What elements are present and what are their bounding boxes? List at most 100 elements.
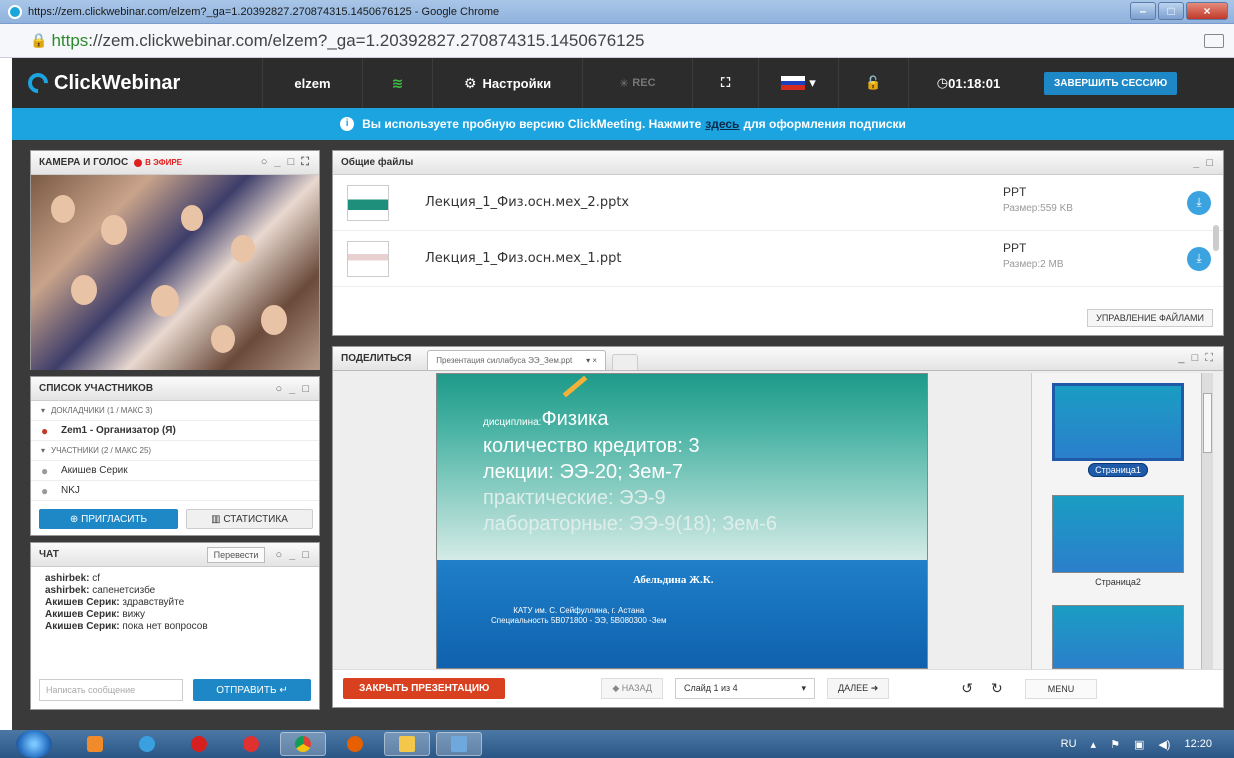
panel-window-controls[interactable]: ○ _ □ (275, 549, 311, 561)
maximize-button[interactable]: □ (1158, 2, 1184, 20)
lock-icon: 🔒 (30, 32, 48, 48)
volume-icon[interactable]: ◀) (1158, 738, 1170, 751)
chat-panel: ЧАТ Перевести ○ _ □ ashirbek: cf ashirbe… (30, 542, 320, 710)
refresh-icon[interactable]: ↻ (991, 680, 1003, 697)
extension-icon[interactable] (1204, 34, 1224, 48)
presentation-stage: дисциплина:Физика количество кредитов: 3… (333, 371, 1223, 671)
panel-window-controls[interactable]: ○ _ □ ⛶ (261, 156, 311, 169)
share-tabs: ПОДЕЛИТЬСЯ Презентация силлабуса ЭЭ_Зем.… (333, 347, 1223, 371)
chat-message: ashirbek: cf (45, 573, 101, 584)
taskbar-media-icon[interactable] (72, 732, 118, 756)
browser-title-bar: https://zem.clickwebinar.com/elzem?_ga=1… (0, 0, 1234, 24)
file-size: Размер:2 MB (1003, 259, 1064, 270)
page-thumbnail[interactable] (1052, 383, 1184, 461)
taskbar-opera-icon[interactable] (176, 732, 222, 756)
network-icon[interactable]: ▣ (1134, 738, 1144, 751)
lock-room-button[interactable]: 🔓 (838, 58, 908, 108)
slide-select[interactable]: Слайд 1 из 4 ▾ (674, 678, 815, 699)
tab-presentation[interactable]: Презентация силлабуса ЭЭ_Зем.ppt ▾ × (427, 350, 607, 370)
taskbar-firefox-icon[interactable] (332, 732, 378, 756)
windows-taskbar: RU ▴ ⚑ ▣ ◀) 12:20 (0, 730, 1234, 758)
end-session-button[interactable]: ЗАВЕРШИТЬ СЕССИЮ (1044, 71, 1178, 95)
menu-button[interactable]: MENU (1024, 678, 1098, 699)
slide-line: количество кредитов: 3 (483, 435, 700, 457)
address-bar[interactable]: 🔒 https://zem.clickwebinar.com/elzem?_ga… (0, 24, 1234, 58)
show-hidden-icon[interactable]: ▴ (1091, 738, 1097, 751)
enter-icon: ↵ (279, 684, 288, 696)
start-button[interactable] (16, 730, 52, 758)
send-button[interactable]: ОТПРАВИТЬ ↵ (193, 679, 311, 701)
download-icon[interactable]: ⤓ (1187, 191, 1211, 215)
camera-video-feed (31, 175, 319, 370)
chat-messages: ashirbek: cf ashirbek: сапенетсизбе Акиш… (31, 567, 319, 639)
participants-panel: СПИСОК УЧАСТНИКОВ ○ _ □ ▾ ДОКЛАДЧИКИ (1 /… (30, 376, 320, 536)
thumbnails-scrollbar[interactable] (1201, 373, 1213, 669)
panel-window-controls[interactable]: _ □ ⛶ (1178, 352, 1215, 365)
minimize-button[interactable]: – (1130, 2, 1156, 20)
flag-icon[interactable]: ⚑ (1110, 738, 1120, 751)
chat-message: Акишев Серик: пока нет вопросов (45, 621, 208, 632)
file-type: PPT (1003, 185, 1027, 199)
files-scrollbar[interactable] (1213, 225, 1219, 251)
participant-row[interactable]: ● Zem1 - Организатор (Я) (31, 421, 319, 441)
statistics-button[interactable]: ▥ СТАТИСТИКА (185, 509, 313, 529)
panel-window-controls[interactable]: ○ _ □ (275, 383, 311, 395)
manage-files-button[interactable]: УПРАВЛЕНИЕ ФАЙЛАМИ (1087, 309, 1213, 327)
subscribe-link[interactable]: здесь (705, 117, 739, 131)
on-air-status: В ЭФИРЕ (134, 158, 182, 167)
taskbar-ie-icon[interactable] (124, 732, 170, 756)
window-title: https://zem.clickwebinar.com/elzem?_ga=1… (28, 5, 500, 18)
app-header: ClickWebinar elzem ≋ ⚙ Настройки ✳ REC ⛶… (12, 58, 1234, 108)
bar-chart-icon: ▥ (211, 513, 224, 525)
panel-window-controls[interactable]: _ □ (1193, 157, 1215, 169)
group-presenters[interactable]: ▾ ДОКЛАДЧИКИ (1 / МАКС 3) (31, 401, 319, 421)
taskbar-opera2-icon[interactable] (228, 732, 274, 756)
language-indicator[interactable]: RU (1061, 738, 1077, 750)
participant-row[interactable]: ● Акишев Серик (31, 461, 319, 481)
taskbar-explorer-icon[interactable] (384, 732, 430, 756)
clock-icon: ◷ (936, 75, 949, 90)
info-icon: i (340, 117, 355, 131)
file-row[interactable]: Лекция_1_Физ.осн.мех_1.ppt PPT Размер:2 … (333, 231, 1223, 287)
chrome-favicon-icon (8, 4, 22, 19)
prev-slide-button[interactable]: ◆ НАЗАД (601, 678, 663, 699)
trial-notice-bar: i Вы используете пробную версию ClickMee… (12, 108, 1234, 140)
clickwebinar-logo: ClickWebinar (12, 68, 262, 98)
chat-message-input[interactable]: Написать сообщение (39, 679, 183, 701)
chevron-down-icon: ▾ (809, 75, 816, 90)
clock[interactable]: 12:20 (1184, 738, 1212, 750)
download-icon[interactable]: ⤓ (1187, 247, 1211, 271)
file-name: Лекция_1_Физ.осн.мех_2.pptx (425, 195, 630, 210)
close-tab-icon[interactable]: ▾ × (586, 356, 597, 365)
presentation-slide: дисциплина:Физика количество кредитов: 3… (436, 373, 928, 669)
chat-header: ЧАТ Перевести ○ _ □ (31, 543, 319, 567)
rec-button[interactable]: ✳ REC (582, 58, 692, 108)
page-thumbnail[interactable] (1052, 605, 1184, 669)
record-dot-icon (134, 158, 143, 167)
participant-row[interactable]: ● NKJ (31, 481, 319, 501)
logo-icon (23, 68, 53, 98)
rotate-left-icon[interactable]: ↺ (961, 680, 973, 697)
next-slide-button[interactable]: ДАЛЕЕ ➜ (826, 678, 890, 699)
arrow-right-icon: ➜ (868, 683, 879, 693)
group-participants[interactable]: ▾ УЧАСТНИКИ (2 / МАКС 25) (31, 441, 319, 461)
taskbar-window-icon[interactable] (436, 732, 482, 756)
close-presentation-button[interactable]: ЗАКРЫТЬ ПРЕЗЕНТАЦИЮ (343, 678, 506, 699)
taskbar-chrome-icon[interactable] (280, 732, 326, 756)
page-thumbnail[interactable] (1052, 495, 1184, 573)
slide-institution: КАТУ им. С. Сейфуллина, г. Астана Специа… (491, 606, 667, 625)
close-window-button[interactable]: × (1186, 2, 1228, 20)
file-row[interactable]: Лекция_1_Физ.осн.мех_2.pptx PPT Размер:5… (333, 175, 1223, 231)
page-label: Страница2 (1095, 577, 1141, 587)
chat-message: Акишев Серик: здравствуйте (45, 597, 185, 608)
files-header: Общие файлы _ □ (333, 151, 1223, 175)
fullscreen-icon: ⛶ (720, 75, 731, 90)
arrow-left-icon: ◆ (612, 683, 622, 693)
new-tab-button[interactable] (612, 354, 639, 370)
invite-button[interactable]: ⊕ ПРИГЛАСИТЬ (39, 509, 178, 529)
translate-button[interactable]: Перевести (206, 546, 266, 563)
fullscreen-button[interactable]: ⛶ (692, 58, 758, 108)
settings-button[interactable]: ⚙ Настройки (432, 58, 582, 108)
url-text[interactable]: https://zem.clickwebinar.com/elzem?_ga=1… (51, 31, 644, 51)
language-selector[interactable]: ▾ (758, 58, 838, 108)
